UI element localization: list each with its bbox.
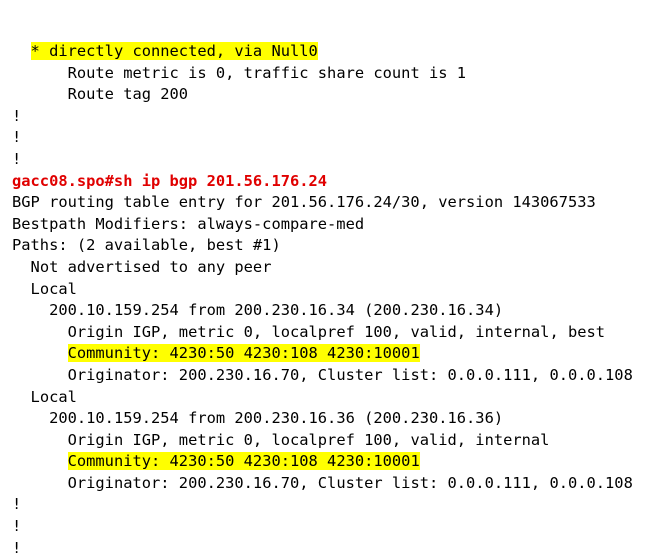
terminal-line: Local	[12, 279, 633, 301]
line-text: !	[12, 106, 22, 125]
line-text: Originator: 200.230.16.70, Cluster list:…	[67, 473, 633, 492]
terminal-line: !	[12, 494, 633, 516]
line-text: Route metric is 0, traffic share count i…	[67, 63, 467, 82]
terminal-line: * directly connected, via Null0	[12, 41, 633, 63]
line-text: Route tag 200	[67, 85, 189, 104]
line-text: Local	[30, 279, 77, 298]
line-text: Origin IGP, metric 0, localpref 100, val…	[67, 322, 606, 341]
line-text: Local	[30, 387, 77, 406]
line-text: Paths: (2 available, best #1)	[12, 236, 281, 255]
terminal-line: 200.10.159.254 from 200.230.16.36 (200.2…	[12, 408, 633, 430]
terminal-line: !	[12, 538, 633, 559]
line-text: Bestpath Modifiers: always-compare-med	[12, 214, 365, 233]
line-text: Originator: 200.230.16.70, Cluster list:…	[67, 365, 633, 384]
terminal-line: Originator: 200.230.16.70, Cluster list:…	[12, 365, 633, 387]
line-text: 200.10.159.254 from 200.230.16.36 (200.2…	[49, 409, 504, 428]
terminal-line: Route metric is 0, traffic share count i…	[12, 63, 633, 85]
line-text: !	[12, 517, 22, 536]
line-text: !	[12, 128, 22, 147]
terminal-line: 200.10.159.254 from 200.230.16.34 (200.2…	[12, 300, 633, 322]
terminal-line: Paths: (2 available, best #1)	[12, 235, 633, 257]
terminal-line: Local	[12, 387, 633, 409]
terminal-output: * directly connected, via Null0 Route me…	[12, 41, 633, 559]
terminal-line: Bestpath Modifiers: always-compare-med	[12, 214, 633, 236]
highlighted-text: Community: 4230:50 4230:108 4230:10001	[67, 344, 420, 363]
terminal-line: gacc08.spo#sh ip bgp 201.56.176.24	[12, 171, 633, 193]
line-text: Not advertised to any peer	[30, 257, 272, 276]
command-prompt: gacc08.spo#sh ip bgp 201.56.176.24	[12, 171, 328, 190]
line-text: Origin IGP, metric 0, localpref 100, val…	[67, 430, 550, 449]
terminal-line: !	[12, 516, 633, 538]
terminal-line: !	[12, 149, 633, 171]
line-text: !	[12, 149, 22, 168]
terminal-line: Community: 4230:50 4230:108 4230:10001	[12, 451, 633, 473]
terminal-line: Origin IGP, metric 0, localpref 100, val…	[12, 322, 633, 344]
highlighted-text: * directly connected, via Null0	[30, 42, 318, 60]
terminal-line: Origin IGP, metric 0, localpref 100, val…	[12, 430, 633, 452]
line-text: !	[12, 495, 22, 514]
line-text: 200.10.159.254 from 200.230.16.34 (200.2…	[49, 301, 504, 320]
terminal-line: Community: 4230:50 4230:108 4230:10001	[12, 343, 633, 365]
terminal-line: Originator: 200.230.16.70, Cluster list:…	[12, 473, 633, 495]
highlighted-text: Community: 4230:50 4230:108 4230:10001	[67, 452, 420, 471]
terminal-line: Route tag 200	[12, 84, 633, 106]
line-text: BGP routing table entry for 201.56.176.2…	[12, 193, 596, 212]
terminal-line: !	[12, 106, 633, 128]
line-text: !	[12, 538, 22, 557]
terminal-line: Not advertised to any peer	[12, 257, 633, 279]
terminal-line: !	[12, 127, 633, 149]
terminal-line: BGP routing table entry for 201.56.176.2…	[12, 192, 633, 214]
